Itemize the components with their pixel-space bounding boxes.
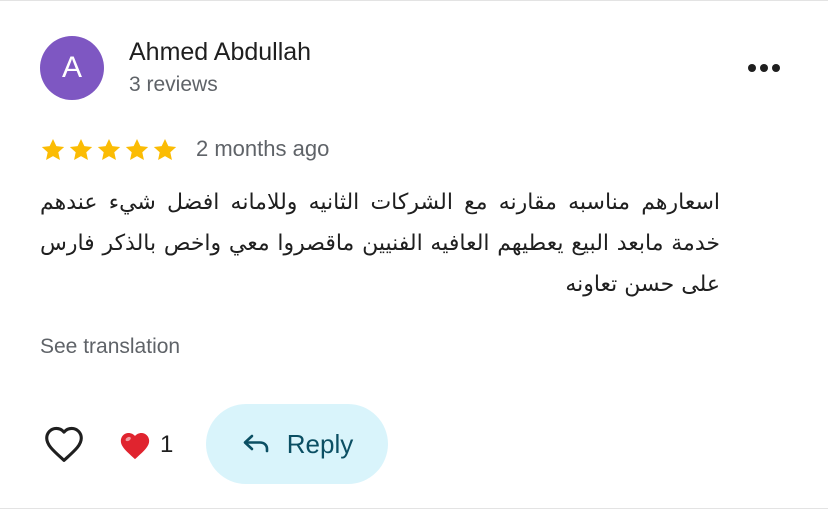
reply-arrow-icon xyxy=(243,434,269,453)
author-review-count: 3 reviews xyxy=(129,73,218,96)
reply-button[interactable]: Reply xyxy=(206,404,388,484)
avatar-initial: A xyxy=(61,51,82,84)
review-card: A Ahmed Abdullah 3 reviews 2 months ago … xyxy=(0,0,828,509)
star-rating xyxy=(40,135,178,165)
author-name[interactable]: Ahmed Abdullah xyxy=(129,38,311,67)
more-options-button[interactable] xyxy=(744,53,784,83)
like-button[interactable] xyxy=(40,421,88,467)
star-icon xyxy=(125,138,149,160)
review-text: اسعارهم مناسبه مقارنه مع الشركات الثانيه… xyxy=(40,190,720,297)
review-date: 2 months ago xyxy=(196,136,330,161)
heart-outline-icon xyxy=(45,426,83,462)
more-horiz-icon xyxy=(748,64,780,72)
reaction-summary[interactable]: 1 xyxy=(118,427,173,463)
see-translation-link[interactable]: See translation xyxy=(40,335,180,359)
star-icon xyxy=(153,138,177,160)
red-heart-icon xyxy=(120,432,150,460)
star-icon xyxy=(69,138,93,160)
star-icon xyxy=(41,138,65,160)
reply-label: Reply xyxy=(286,428,354,459)
star-icon xyxy=(97,138,121,160)
avatar[interactable]: A xyxy=(40,36,104,100)
reaction-count: 1 xyxy=(160,431,174,458)
